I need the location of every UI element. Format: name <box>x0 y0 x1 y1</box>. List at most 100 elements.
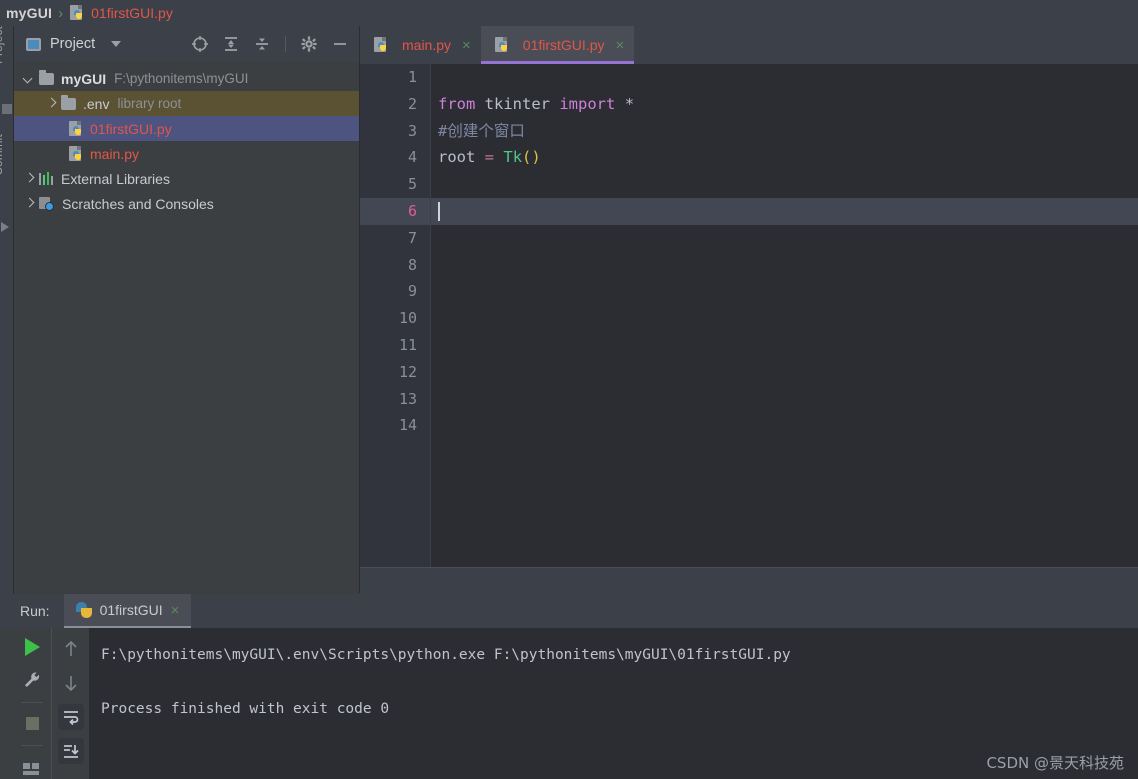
tree-node-mainpy[interactable]: main.py <box>14 141 359 166</box>
tool-strip-arrow-icon <box>1 222 9 232</box>
code-line[interactable] <box>431 171 1138 198</box>
run-tab-01firstgui[interactable]: 01firstGUI × <box>63 594 192 628</box>
code-line[interactable] <box>431 197 1138 225</box>
breadcrumb-project[interactable]: myGUI <box>6 5 52 21</box>
tree-node-external-libraries[interactable]: External Libraries <box>14 166 359 191</box>
layout-icon[interactable] <box>19 756 45 779</box>
console-line: F:\pythonitems\myGUI\.env\Scripts\python… <box>101 647 791 663</box>
line-number: 2 <box>407 94 417 113</box>
code-token: * <box>624 94 635 113</box>
toolbar-divider <box>21 701 43 703</box>
tree-node-label: External Libraries <box>61 170 170 187</box>
code-line[interactable] <box>431 386 1138 413</box>
chevron-right-icon[interactable] <box>24 174 34 184</box>
tree-node-scratches[interactable]: Scratches and Consoles <box>14 191 359 216</box>
tree-node-env[interactable]: .env library root <box>14 91 359 116</box>
line-number: 5 <box>407 175 417 194</box>
code-token: () <box>522 148 541 167</box>
code-token: import <box>559 94 616 113</box>
line-number: 7 <box>407 228 417 247</box>
line-number: 4 <box>407 148 417 167</box>
tree-node-label: myGUI <box>61 70 107 87</box>
code-line[interactable] <box>431 64 1138 91</box>
close-icon[interactable]: × <box>462 38 471 53</box>
tree-node-sublabel: F:\pythonitems\myGUI <box>114 71 249 86</box>
code-editor[interactable]: from tkinter import * #创建个窗口 root = Tk() <box>431 64 1138 593</box>
breadcrumb-file[interactable]: 01firstGUI.py <box>91 5 173 21</box>
scroll-to-end-icon[interactable] <box>57 738 84 764</box>
code-line[interactable] <box>431 332 1138 359</box>
console-line: Process finished with exit code 0 <box>101 701 390 717</box>
close-icon[interactable]: × <box>171 602 180 619</box>
folder-icon <box>61 94 76 110</box>
stop-icon[interactable] <box>19 713 45 736</box>
folder-icon <box>39 69 54 85</box>
code-token: Tk <box>503 148 523 167</box>
tool-window-button-commit[interactable]: Commit <box>0 134 5 175</box>
soft-wrap-icon[interactable] <box>57 704 84 730</box>
line-number: 6 <box>360 197 430 225</box>
run-tab-bar: Run: 01firstGUI × <box>0 594 1138 628</box>
project-tree[interactable]: myGUI F:\pythonitems\myGUI .env library … <box>14 66 359 593</box>
code-token: = <box>484 148 495 167</box>
chevron-right-icon[interactable] <box>24 199 34 209</box>
up-arrow-icon[interactable] <box>58 636 84 662</box>
settings-gear-icon[interactable] <box>298 33 320 55</box>
wrench-icon[interactable] <box>19 669 45 692</box>
code-line[interactable] <box>431 252 1138 279</box>
code-line[interactable] <box>431 305 1138 332</box>
tree-node-label: 01firstGUI.py <box>90 120 172 137</box>
code-line[interactable] <box>431 278 1138 305</box>
chevron-right-icon[interactable] <box>46 99 56 109</box>
python-file-icon <box>374 37 389 53</box>
minimize-icon[interactable] <box>329 33 351 55</box>
python-file-icon <box>70 5 85 21</box>
toolbar-divider <box>285 36 286 52</box>
run-tab-label: 01firstGUI <box>99 602 163 618</box>
libraries-icon <box>39 172 54 185</box>
editor-tab-01firstgui[interactable]: 01firstGUI.py × <box>480 26 635 64</box>
line-number: 13 <box>398 389 417 408</box>
code-line[interactable]: #创建个窗口 <box>431 118 1138 145</box>
line-number: 1 <box>407 68 417 86</box>
editor-tab-bar: main.py × 01firstGUI.py × <box>360 26 1138 64</box>
tool-strip-marker <box>2 104 12 114</box>
text-caret <box>438 201 440 221</box>
run-toolbar-left <box>14 628 50 779</box>
code-line[interactable] <box>431 225 1138 252</box>
breadcrumb-separator-icon: › <box>58 4 64 22</box>
tree-node-label: .env <box>83 95 110 112</box>
editor-gutter[interactable]: 1 2 3 4 5 6 7 8 9 10 11 12 13 14 <box>360 64 430 593</box>
editor-horizontal-scrollbar[interactable] <box>360 567 1138 593</box>
locate-target-icon[interactable] <box>189 33 211 55</box>
python-file-icon <box>69 120 84 137</box>
code-line[interactable]: root = Tk() <box>431 144 1138 171</box>
watermark: CSDN @景天科技苑 <box>986 754 1124 772</box>
pycharm-window: myGUI › 01firstGUI.py Project Commit Str… <box>0 0 1138 779</box>
run-toolbar-secondary <box>51 628 89 779</box>
code-line[interactable] <box>431 359 1138 386</box>
line-number: 9 <box>407 282 417 301</box>
chevron-down-icon[interactable] <box>24 74 34 84</box>
tool-window-button-project[interactable]: Project <box>0 26 5 64</box>
chevron-down-icon[interactable] <box>111 41 122 47</box>
expand-all-icon[interactable] <box>220 33 242 55</box>
code-line[interactable] <box>431 412 1138 439</box>
tree-node-mygui[interactable]: myGUI F:\pythonitems\myGUI <box>14 66 359 91</box>
editor-tab-label: 01firstGUI.py <box>522 37 605 53</box>
editor-tab-mainpy[interactable]: main.py × <box>360 26 481 64</box>
tree-node-01firstgui[interactable]: 01firstGUI.py <box>14 116 359 141</box>
run-console-output[interactable]: F:\pythonitems\myGUI\.env\Scripts\python… <box>89 628 1138 779</box>
run-icon[interactable] <box>19 636 45 659</box>
line-number: 8 <box>407 255 417 274</box>
tree-node-sublabel: library root <box>117 96 182 111</box>
code-token: #创建个窗口 <box>438 121 525 140</box>
code-line[interactable]: from tkinter import * <box>431 91 1138 118</box>
close-icon[interactable]: × <box>616 38 625 53</box>
collapse-all-icon[interactable] <box>251 33 273 55</box>
code-token: root <box>438 148 476 167</box>
down-arrow-icon[interactable] <box>58 670 84 696</box>
